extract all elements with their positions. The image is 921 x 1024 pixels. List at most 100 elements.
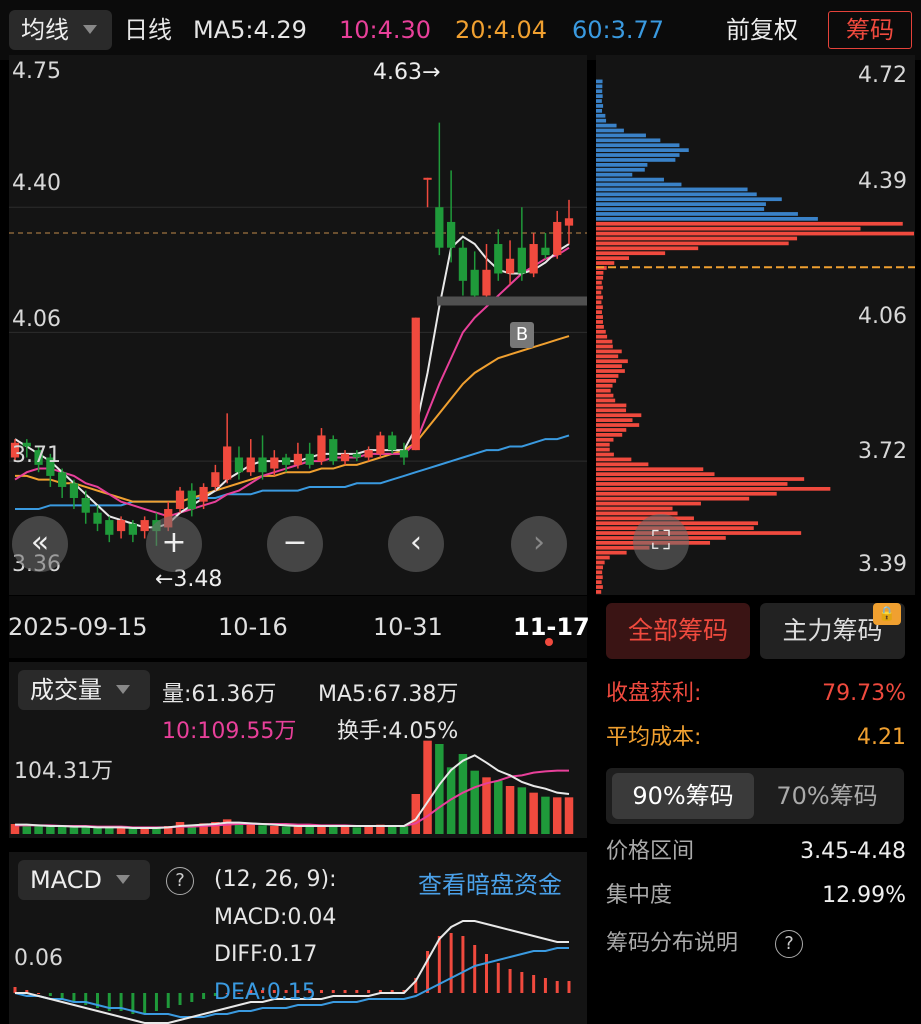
zoom-in-button[interactable]: + <box>146 516 202 572</box>
chevron-down-icon <box>83 24 97 34</box>
volume-bar <box>46 826 55 834</box>
concentration-value: 12.99% <box>822 883 906 908</box>
chips-toggle-button[interactable]: 筹码 <box>828 11 912 49</box>
candle-body <box>553 221 562 256</box>
scroll-left-button[interactable]: ‹ <box>388 516 444 572</box>
dark-pool-link[interactable]: 查看暗盘资金 <box>418 865 562 900</box>
chip-bar <box>596 192 757 197</box>
chip-bar <box>596 217 818 221</box>
tab-70-percent[interactable]: 70%筹码 <box>756 773 898 819</box>
date-label-11-17: 11-17 <box>513 613 590 641</box>
ma5-value: MA5:4.29 <box>193 16 307 44</box>
volume-bar <box>470 770 479 834</box>
volume-bar <box>482 777 491 834</box>
candle-body <box>482 269 491 296</box>
candle-body <box>116 520 126 532</box>
volume-bar <box>116 828 126 834</box>
adjust-button[interactable]: 前复权 <box>726 14 798 46</box>
chip-y-label-4.06: 4.06 <box>858 304 907 329</box>
ma60-value: 60:3.77 <box>572 16 665 44</box>
volume-bar <box>140 828 149 834</box>
volume-bar <box>258 825 267 834</box>
chip-bar <box>596 256 630 260</box>
chip-bar <box>596 437 614 442</box>
rewind-button[interactable]: « <box>12 516 68 572</box>
candle-body <box>364 450 373 458</box>
candle-body <box>388 435 397 451</box>
chip-bar <box>596 84 603 89</box>
chip-bar <box>596 531 802 535</box>
candle-body <box>305 453 314 465</box>
chip-bar <box>596 133 646 138</box>
candle-body <box>246 457 255 473</box>
chip-bar <box>596 300 602 305</box>
chip-bar <box>596 320 603 324</box>
zoom-out-button[interactable]: − <box>267 516 323 572</box>
chip-bar <box>596 148 689 152</box>
chip-help-icon[interactable]: ? <box>775 930 803 958</box>
candle-body <box>340 453 350 462</box>
chip-bar <box>596 221 903 226</box>
chip-bar <box>596 153 680 157</box>
chip-bar <box>596 329 606 334</box>
chip-bar <box>596 565 603 570</box>
ma20-line <box>15 335 570 503</box>
volume-bar <box>541 796 550 834</box>
ma-type-label: 均线 <box>21 16 69 44</box>
chip-bar <box>596 398 616 403</box>
chip-bar <box>596 491 777 496</box>
chip-bar <box>596 359 628 364</box>
chip-bar <box>596 325 604 329</box>
macd-y-label: 0.06 <box>14 946 63 971</box>
volume-bar <box>529 792 538 834</box>
candle-body <box>211 472 220 487</box>
concentration-label: 集中度 <box>606 883 673 908</box>
chip-explain-link[interactable]: 筹码分布说明 <box>606 926 738 962</box>
candle-body <box>81 497 90 513</box>
chip-bar <box>596 403 627 408</box>
chip-bar <box>596 496 750 501</box>
chip-bar <box>596 442 610 447</box>
price-range-value: 3.45-4.48 <box>800 839 906 864</box>
volume-bar <box>564 797 574 834</box>
kline-chart[interactable] <box>9 55 587 595</box>
volume-bar <box>270 826 279 834</box>
chip-bar <box>596 187 748 192</box>
macd-selector-label: MACD <box>30 866 102 894</box>
high-price-marker: 4.63→ <box>373 60 441 85</box>
tab-90-percent[interactable]: 90%筹码 <box>612 773 754 819</box>
y-label-3.71: 3.71 <box>12 443 61 468</box>
volume-bar <box>246 824 255 834</box>
chevron-down-icon <box>115 874 130 884</box>
concentration-row: 集中度 12.99% <box>606 878 906 914</box>
volume-bar <box>340 826 350 834</box>
chip-bar <box>596 143 680 148</box>
volume-bar <box>387 826 397 834</box>
indicator-selector-macd[interactable]: MACD <box>18 860 150 900</box>
chip-bar <box>596 344 613 349</box>
scroll-right-button[interactable]: › <box>511 516 567 572</box>
candle-body <box>223 446 232 480</box>
chip-bar <box>596 393 614 398</box>
candle-body <box>517 247 526 274</box>
candle-body <box>187 490 196 510</box>
fullscreen-icon[interactable]: ⛶ <box>633 514 689 570</box>
chip-bar <box>596 555 610 560</box>
chip-bar <box>596 261 615 265</box>
chip-bar <box>596 501 701 506</box>
price-range-row: 价格区间 3.45-4.48 <box>606 834 906 870</box>
candle-body <box>58 472 67 487</box>
tab-all-chips[interactable]: 全部筹码 <box>606 603 750 659</box>
chip-bar <box>596 506 673 511</box>
chip-bar <box>596 172 633 177</box>
candle-body <box>128 523 137 535</box>
chip-bar <box>596 462 649 467</box>
chip-bar <box>596 433 623 437</box>
ma-type-selector[interactable]: 均线 <box>9 10 112 50</box>
chip-bar <box>596 118 607 123</box>
candle-body <box>447 221 456 248</box>
buy-signal-marker[interactable]: B <box>510 322 534 348</box>
chip-bar <box>596 202 766 206</box>
period-label[interactable]: 日线 <box>124 14 172 46</box>
macd-help-icon[interactable]: ? <box>166 867 194 895</box>
